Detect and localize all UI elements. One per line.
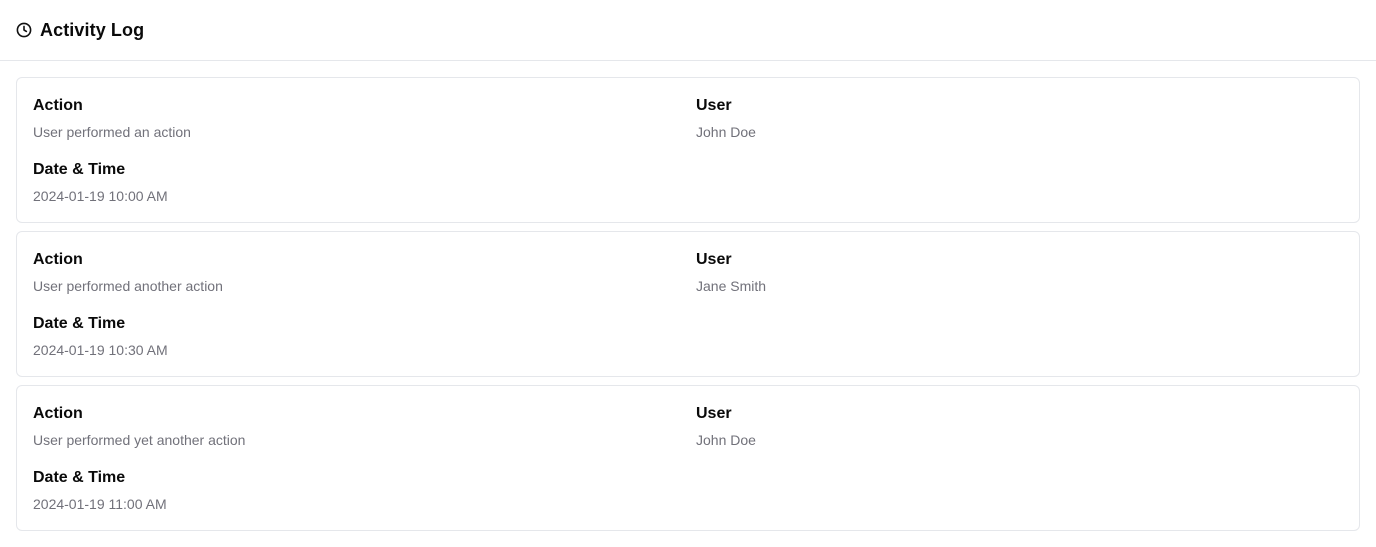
action-field: Action User performed another action: [33, 250, 223, 296]
datetime-label: Date & Time: [33, 315, 126, 332]
activity-list: Action User performed an action User Joh…: [16, 77, 1360, 539]
action-field: Action User performed an action: [33, 96, 191, 142]
action-value: User performed yet another action: [33, 432, 246, 448]
action-value: User performed another action: [33, 278, 223, 294]
activity-entry: Action User performed another action Use…: [16, 231, 1360, 377]
user-field: User John Doe: [696, 96, 756, 142]
user-label: User: [696, 97, 732, 114]
clock-icon: [16, 22, 32, 38]
action-label: Action: [33, 97, 83, 114]
activity-entry: Action User performed yet another action…: [16, 385, 1360, 531]
user-label: User: [696, 251, 732, 268]
page-title: Activity Log: [40, 19, 145, 40]
activity-entry: Action User performed an action User Joh…: [16, 77, 1360, 223]
action-value: User performed an action: [33, 124, 191, 140]
datetime-field: Date & Time 2024-01-19 10:00 AM: [33, 160, 168, 206]
datetime-label: Date & Time: [33, 469, 126, 486]
activity-log-header: Activity Log: [0, 0, 1376, 61]
user-label: User: [696, 405, 732, 422]
datetime-label: Date & Time: [33, 161, 126, 178]
user-field: User Jane Smith: [696, 250, 766, 296]
action-label: Action: [33, 251, 83, 268]
user-value: Jane Smith: [696, 278, 767, 294]
datetime-field: Date & Time 2024-01-19 11:00 AM: [33, 468, 167, 514]
datetime-field: Date & Time 2024-01-19 10:30 AM: [33, 314, 168, 360]
user-value: John Doe: [696, 432, 756, 448]
action-label: Action: [33, 405, 83, 422]
datetime-value: 2024-01-19 10:00 AM: [33, 188, 168, 204]
datetime-value: 2024-01-19 11:00 AM: [33, 496, 167, 512]
user-field: User John Doe: [696, 404, 756, 450]
user-value: John Doe: [696, 124, 756, 140]
action-field: Action User performed yet another action: [33, 404, 245, 450]
datetime-value: 2024-01-19 10:30 AM: [33, 342, 168, 358]
